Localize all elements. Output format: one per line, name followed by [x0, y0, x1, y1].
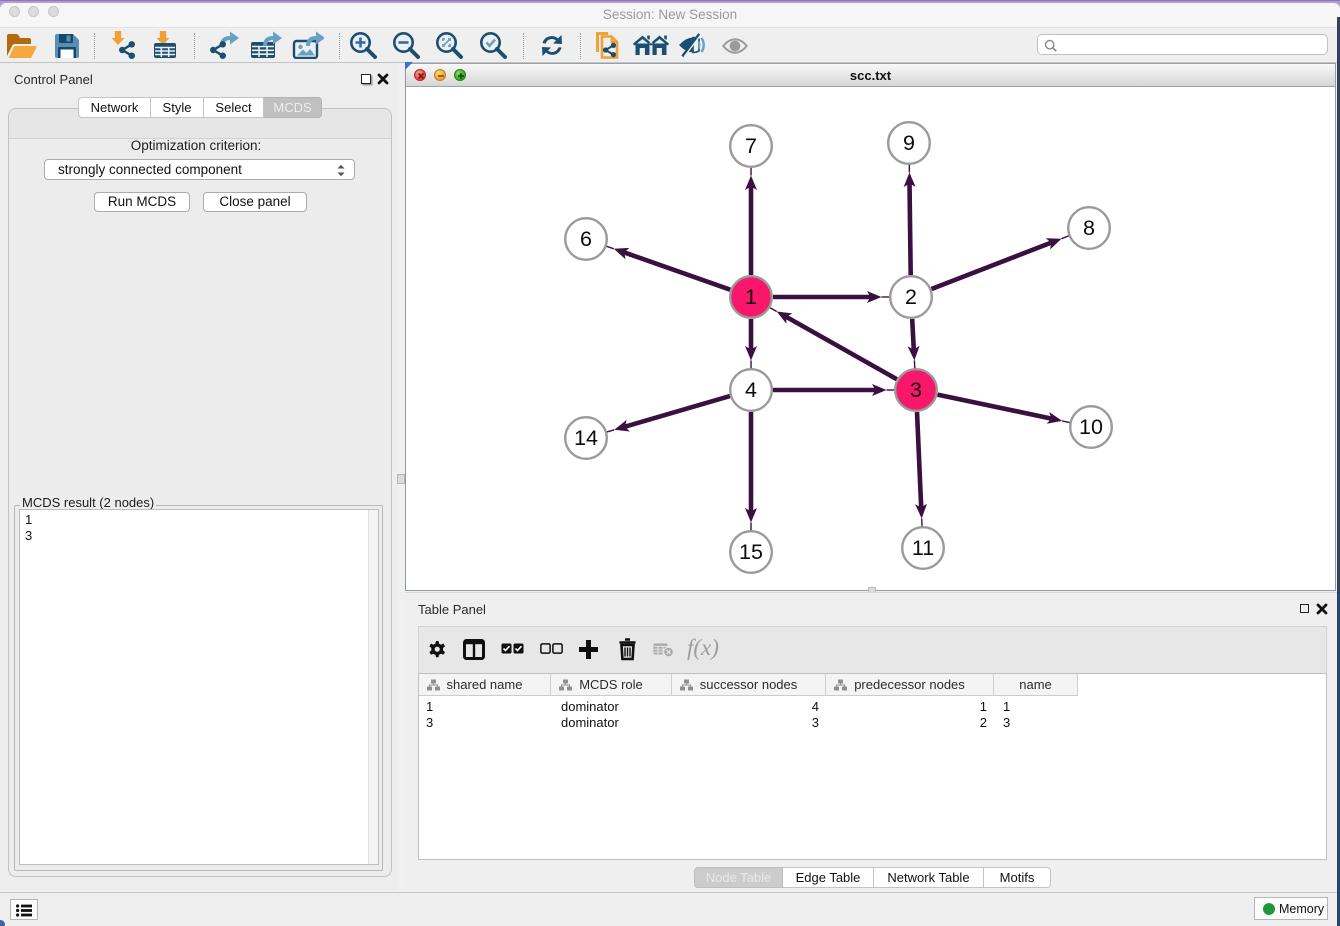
svg-text:15: 15 [739, 540, 763, 564]
svg-text:8: 8 [1083, 216, 1095, 240]
svg-text:11: 11 [912, 536, 934, 560]
svg-text:7: 7 [745, 134, 757, 158]
svg-text:1: 1 [745, 285, 757, 309]
svg-text:10: 10 [1079, 415, 1103, 439]
svg-text:2: 2 [905, 285, 917, 309]
svg-text:4: 4 [745, 378, 757, 402]
svg-text:3: 3 [910, 378, 922, 402]
svg-text:14: 14 [574, 426, 598, 450]
svg-text:9: 9 [903, 131, 915, 155]
svg-text:6: 6 [580, 227, 592, 251]
